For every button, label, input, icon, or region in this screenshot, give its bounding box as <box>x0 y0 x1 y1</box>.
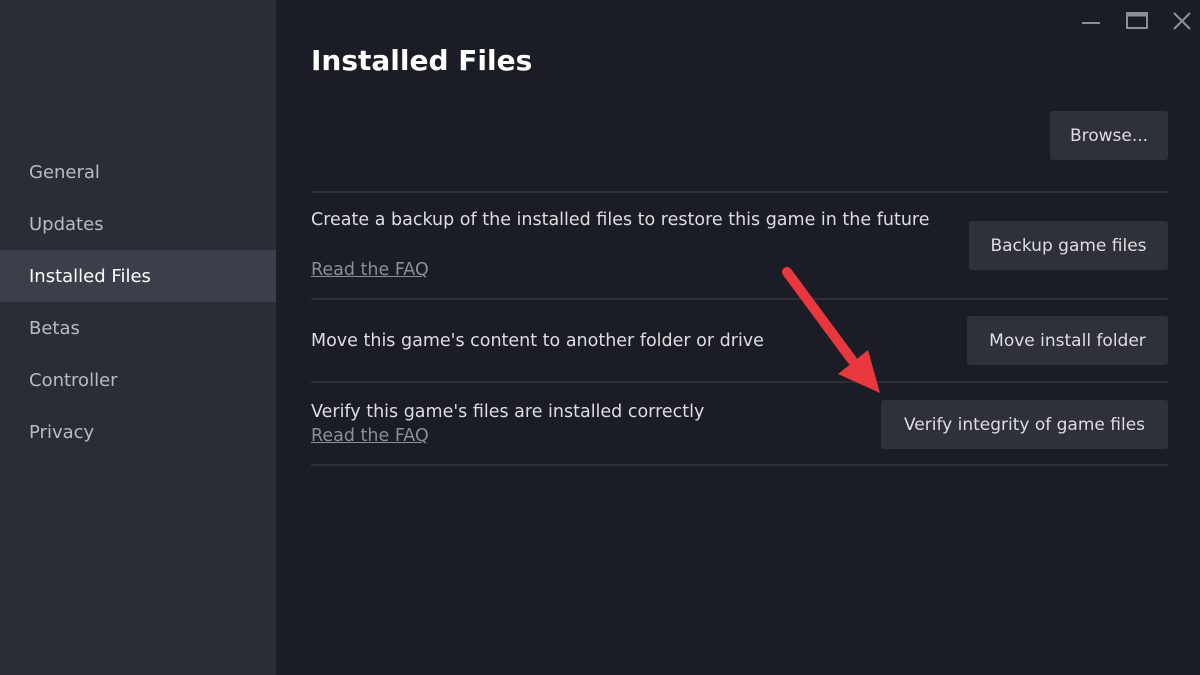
backup-game-files-button[interactable]: Backup game files <box>969 221 1168 270</box>
sidebar-item-updates[interactable]: Updates <box>0 198 276 250</box>
minimize-button[interactable] <box>1076 6 1106 36</box>
divider <box>311 381 1168 383</box>
move-description: Move this game's content to another fold… <box>311 331 764 351</box>
divider <box>311 298 1168 300</box>
close-button[interactable] <box>1167 6 1197 36</box>
backup-faq-link[interactable]: Read the FAQ <box>311 260 429 280</box>
sidebar-item-privacy[interactable]: Privacy <box>0 406 276 458</box>
verify-description: Verify this game's files are installed c… <box>311 402 705 422</box>
settings-sidebar: General Updates Installed Files Betas Co… <box>0 0 276 675</box>
minimize-icon <box>1082 22 1100 24</box>
main-panel: Installed Files Browse... Create a backu… <box>276 0 1200 675</box>
close-icon <box>1173 12 1191 30</box>
move-install-folder-button[interactable]: Move install folder <box>967 316 1168 365</box>
sidebar-item-installed-files[interactable]: Installed Files <box>0 250 276 302</box>
backup-description: Create a backup of the installed files t… <box>311 210 930 230</box>
browse-button[interactable]: Browse... <box>1050 111 1168 160</box>
verify-faq-link[interactable]: Read the FAQ <box>311 426 429 446</box>
divider <box>311 191 1168 193</box>
verify-integrity-button[interactable]: Verify integrity of game files <box>881 400 1168 449</box>
divider <box>311 464 1168 466</box>
page-title: Installed Files <box>311 44 533 77</box>
maximize-button[interactable] <box>1122 6 1152 36</box>
sidebar-item-controller[interactable]: Controller <box>0 354 276 406</box>
maximize-icon <box>1126 12 1148 29</box>
sidebar-item-general[interactable]: General <box>0 146 276 198</box>
sidebar-item-betas[interactable]: Betas <box>0 302 276 354</box>
